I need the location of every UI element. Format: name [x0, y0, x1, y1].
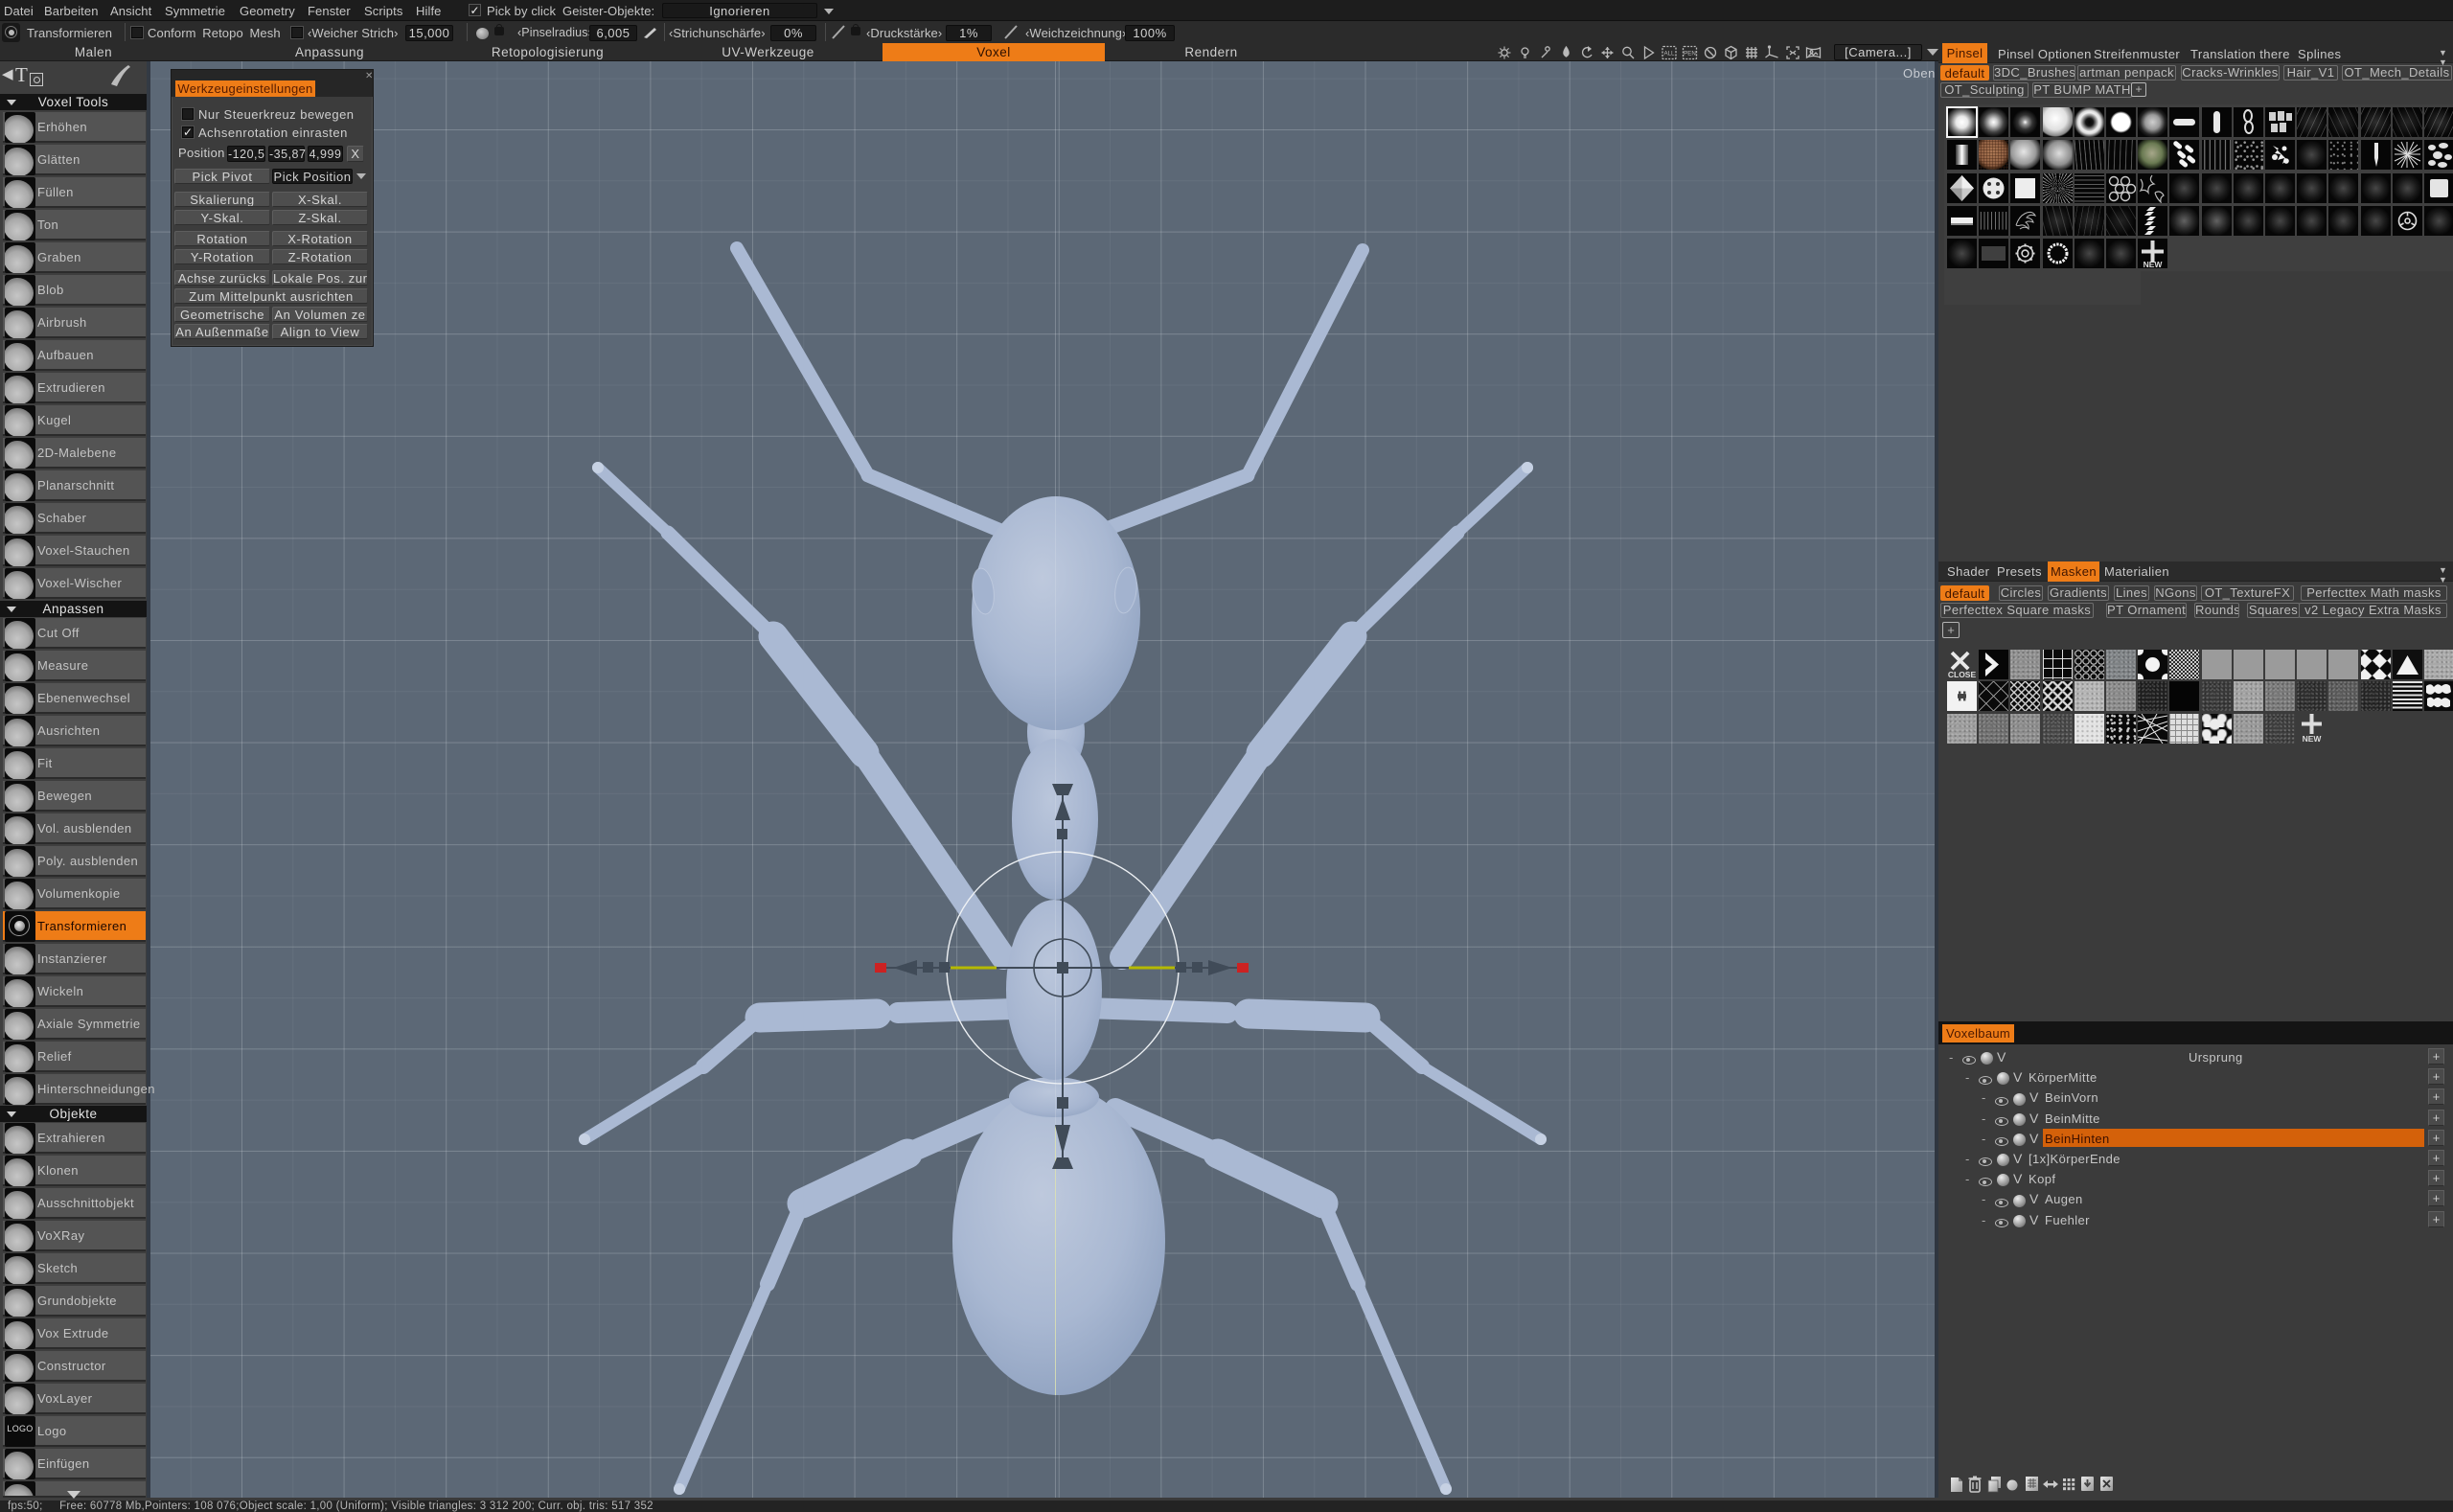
svg-text:PEN: PEN — [1684, 51, 1696, 57]
svg-text:ALL: ALL — [1663, 51, 1675, 57]
svg-text:NEW: NEW — [2303, 734, 2323, 744]
svg-text:NEW: NEW — [2144, 260, 2164, 268]
